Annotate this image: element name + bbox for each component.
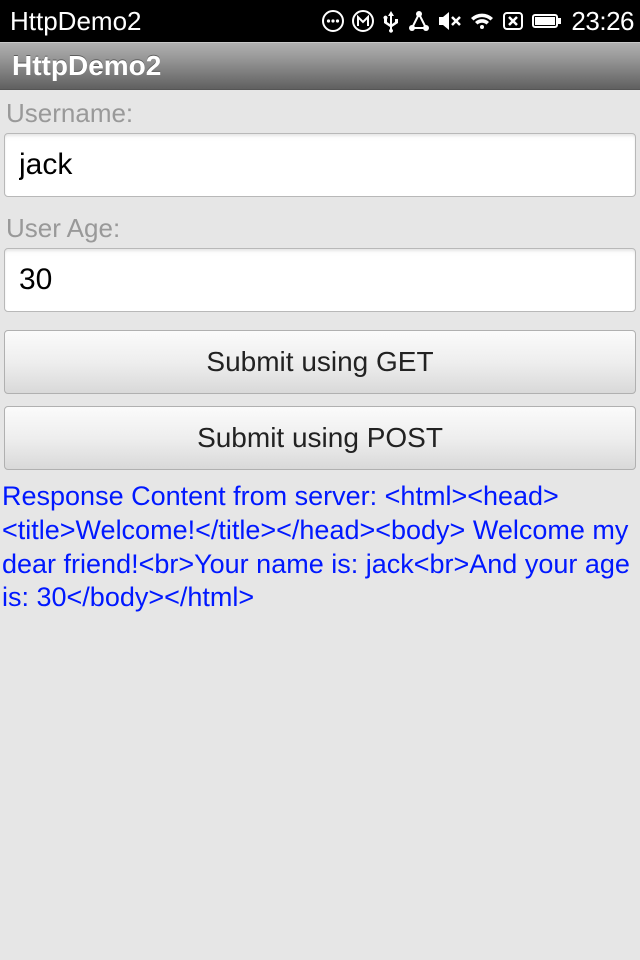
user-age-input[interactable] <box>4 248 636 312</box>
close-box-icon <box>501 9 525 33</box>
username-label: Username: <box>4 94 636 131</box>
usb-icon <box>381 9 401 33</box>
submit-get-button[interactable]: Submit using GET <box>4 330 636 394</box>
status-bar: HttpDemo2 23:26 <box>0 0 640 42</box>
main-content: Username: User Age: Submit using GET Sub… <box>0 90 640 615</box>
battery-icon <box>531 9 563 33</box>
app-title-bar: HttpDemo2 <box>0 42 640 90</box>
submit-post-button[interactable]: Submit using POST <box>4 406 636 470</box>
app-title: HttpDemo2 <box>12 50 161 82</box>
status-app-title: HttpDemo2 <box>10 6 142 37</box>
m-circle-icon <box>351 9 375 33</box>
wifi-icon <box>469 9 495 33</box>
response-text: Response Content from server: <html><hea… <box>2 476 636 615</box>
volume-mute-icon <box>437 9 463 33</box>
more-circle-icon <box>321 9 345 33</box>
share-icon <box>407 9 431 33</box>
status-clock: 23:26 <box>571 6 634 37</box>
username-input[interactable] <box>4 133 636 197</box>
user-age-label: User Age: <box>4 209 636 246</box>
status-icons: 23:26 <box>321 6 634 37</box>
